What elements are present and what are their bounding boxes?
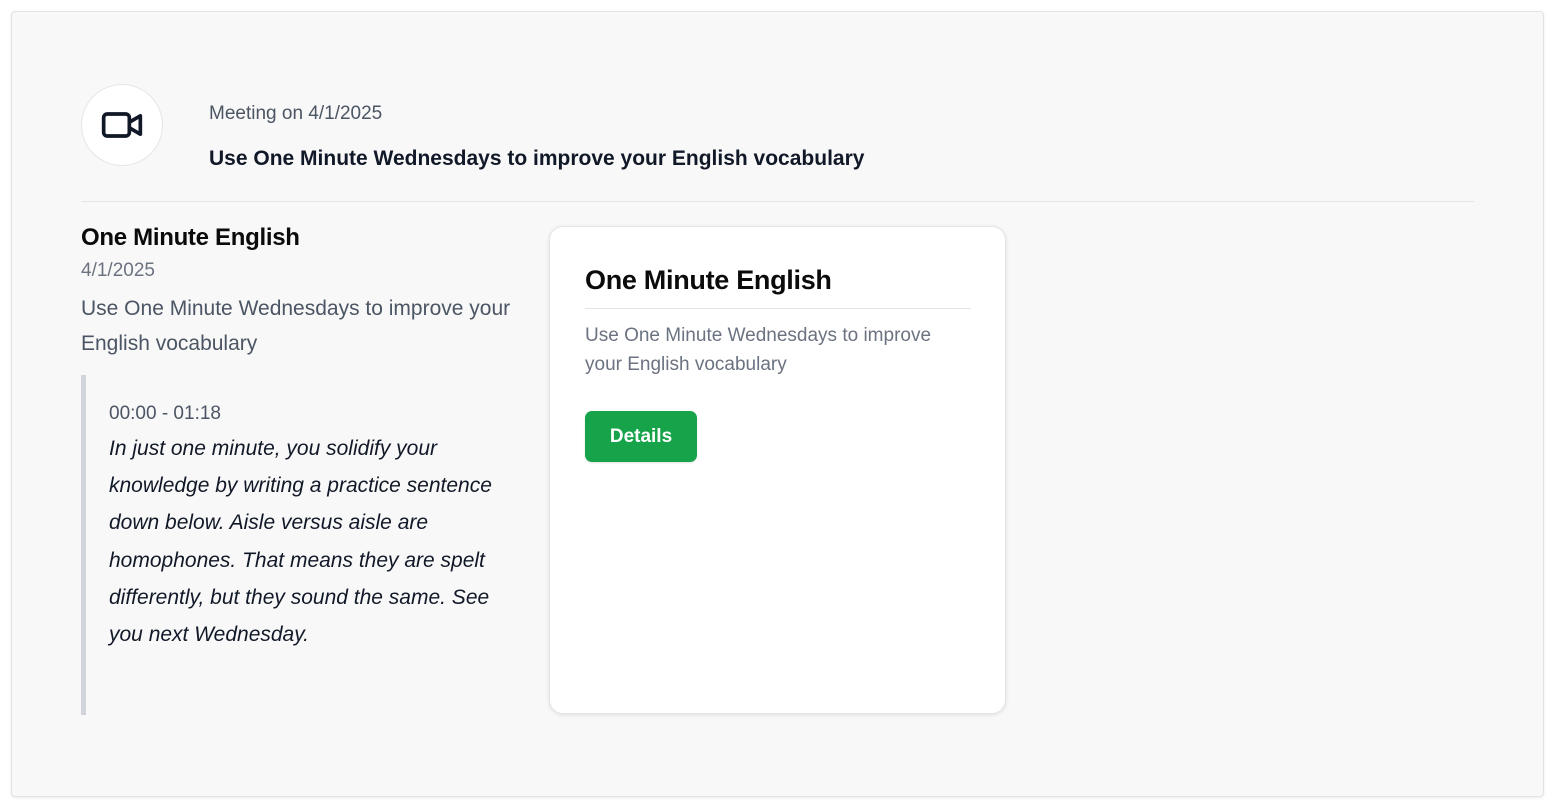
details-button[interactable]: Details (585, 411, 697, 462)
meeting-title: Use One Minute Wednesdays to improve you… (209, 147, 865, 170)
segment-transcript: In just one minute, you solidify your kn… (109, 437, 492, 647)
episode-card: One Minute English Use One Minute Wednes… (549, 226, 1006, 714)
segment-timestamp: 00:00 - 01:18 (109, 403, 221, 424)
meeting-date: Meeting on 4/1/2025 (209, 103, 383, 124)
episode-description: Use One Minute Wednesdays to improve you… (81, 297, 511, 355)
meeting-header: Meeting on 4/1/2025 Use One Minute Wedne… (81, 83, 1474, 202)
meeting-panel: Meeting on 4/1/2025 Use One Minute Wedne… (11, 11, 1544, 797)
card-title: One Minute English (585, 265, 971, 309)
video-camera-icon (81, 84, 163, 166)
episode-title: One Minute English (81, 224, 300, 251)
episode-summary: One Minute English 4/1/2025 Use One Minu… (81, 223, 521, 715)
episode-date: 4/1/2025 (81, 260, 155, 281)
card-description: Use One Minute Wednesdays to improve you… (585, 325, 932, 375)
transcript-quote: 00:00 - 01:18 In just one minute, you so… (81, 375, 521, 715)
